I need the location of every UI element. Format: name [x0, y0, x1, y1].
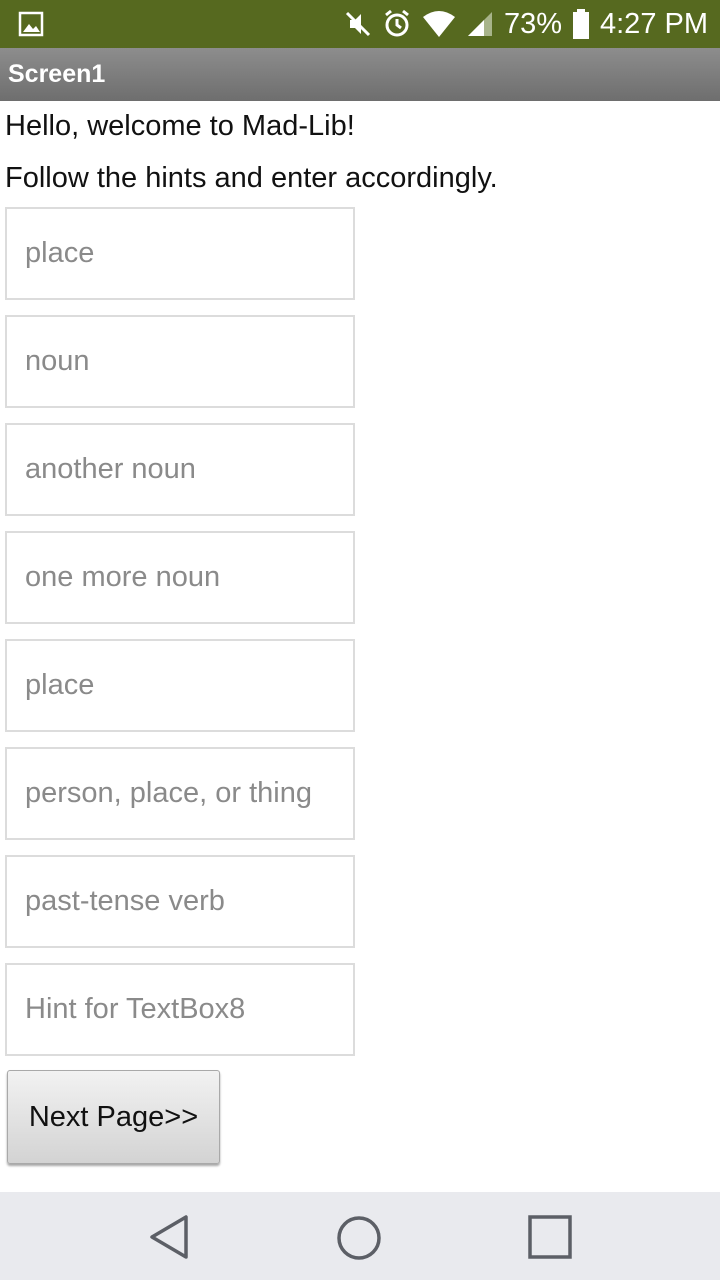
- textbox-another-noun[interactable]: [5, 423, 355, 516]
- textbox-place-2[interactable]: [5, 639, 355, 732]
- recents-icon[interactable]: [528, 1215, 572, 1259]
- mute-icon: [345, 11, 371, 37]
- status-icons: 73% 4:27 PM: [344, 0, 708, 48]
- battery-icon: [573, 9, 589, 39]
- back-icon[interactable]: [148, 1214, 190, 1260]
- alarm-icon: [385, 9, 409, 37]
- welcome-label: Hello, welcome to Mad-Lib!: [5, 110, 355, 142]
- wifi-icon: [422, 11, 455, 37]
- textbox-8[interactable]: [5, 963, 355, 1056]
- screen-title: Screen1: [8, 60, 106, 88]
- textbox-place[interactable]: [5, 207, 355, 300]
- textbox-one-more-noun[interactable]: [5, 531, 355, 624]
- home-icon[interactable]: [336, 1215, 382, 1261]
- battery-percent: 73%: [503, 8, 562, 40]
- gallery-icon: [18, 11, 44, 37]
- next-page-button[interactable]: Next Page>>: [7, 1070, 220, 1164]
- textbox-person-place-thing[interactable]: [5, 747, 355, 840]
- textbox-noun[interactable]: [5, 315, 355, 408]
- clock-time: 4:27 PM: [600, 8, 708, 40]
- navigation-bar: [0, 1192, 720, 1280]
- instructions-label: Follow the hints and enter accordingly.: [5, 162, 498, 194]
- title-bar: Screen1: [0, 48, 720, 101]
- status-bar: 73% 4:27 PM: [0, 0, 720, 48]
- signal-icon: [467, 12, 492, 36]
- textbox-past-tense-verb[interactable]: [5, 855, 355, 948]
